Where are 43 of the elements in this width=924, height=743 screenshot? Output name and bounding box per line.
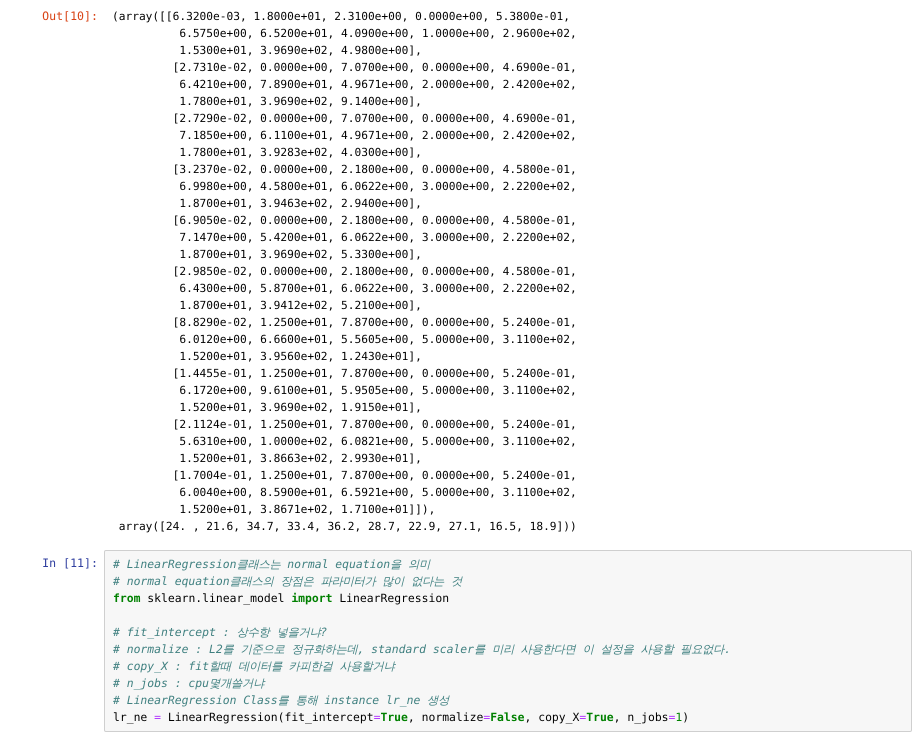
- output-line: 1.7800e+01, 3.9690e+02, 9.1400e+00],: [178, 94, 423, 110]
- output-line: [2.1124e-01, 1.2500e+01, 7.8700e+00, 0.0000e+00, 5.2400e-01,: [172, 417, 577, 433]
- output-line: [6.9050e-02, 0.0000e+00, 2.1800e+00, 0.0000e+00, 4.5800e-01,: [172, 213, 577, 229]
- input-prompt: In [11]:: [41, 555, 99, 572]
- code-line: # normal equation클래스의 장점은 파라미터가 많이 없다는 것: [113, 573, 464, 590]
- output-line: 5.6310e+00, 1.0000e+02, 6.0821e+00, 5.0000e+00, 3.1100e+02,: [178, 434, 577, 450]
- output-line: 1.7800e+01, 3.9283e+02, 4.0300e+00],: [178, 145, 423, 161]
- code-editor[interactable]: [104, 550, 912, 732]
- code-line: lr_ne = LinearRegression(fit_intercept=True, normalize=False, copy_X=True, n_jobs=1): [113, 709, 690, 726]
- code-line: # LinearRegression클래스는 normal equation을 의미: [113, 556, 432, 573]
- output-line: 7.1850e+00, 6.1100e+01, 4.9671e+00, 2.0000e+00, 2.4200e+02,: [178, 128, 577, 144]
- output-line: 6.0120e+00, 6.6600e+01, 5.5605e+00, 5.0000e+00, 3.1100e+02,: [178, 332, 577, 348]
- output-line: (array([[6.3200e-03, 1.8000e+01, 2.3100e+00, 0.0000e+00, 5.3800e-01,: [112, 9, 572, 25]
- output-line: 1.5300e+01, 3.9690e+02, 4.9800e+00],: [178, 43, 423, 59]
- output-line: 7.1470e+00, 5.4200e+01, 6.0622e+00, 3.0000e+00, 2.2200e+02,: [178, 230, 577, 246]
- output-line: [8.8290e-02, 1.2500e+01, 7.8700e+00, 0.0000e+00, 5.2400e-01,: [172, 315, 577, 331]
- code-line: # copy_X : fit할때 데이터를 카피한걸 사용할거냐: [113, 658, 397, 675]
- code-line: # n_jobs : cpu몇개쓸거냐: [113, 675, 266, 692]
- output-line: [1.4455e-01, 1.2500e+01, 7.8700e+00, 0.0000e+00, 5.2400e-01,: [172, 366, 577, 382]
- output-prompt: Out[10]:: [41, 8, 99, 25]
- code-line: # fit_intercept : 상수항 넣을거냐?: [113, 624, 328, 641]
- output-line: 1.8700e+01, 3.9690e+02, 5.3300e+00],: [178, 247, 423, 263]
- output-line: array([24. , 21.6, 34.7, 33.4, 36.2, 28.7, 22.9, 27.1, 16.5, 18.9])): [118, 519, 577, 535]
- output-line: 1.5200e+01, 3.9560e+02, 1.2430e+01],: [178, 349, 423, 365]
- output-line: [2.9850e-02, 0.0000e+00, 2.1800e+00, 0.0000e+00, 4.5800e-01,: [172, 264, 577, 280]
- output-line: 1.5200e+01, 3.8671e+02, 1.7100e+01]]),: [178, 502, 436, 518]
- output-line: 1.5200e+01, 3.8663e+02, 2.9930e+01],: [178, 451, 423, 467]
- output-line: 6.4210e+00, 7.8900e+01, 4.9671e+00, 2.0000e+00, 2.4200e+02,: [178, 77, 577, 93]
- code-line: # LinearRegression Class를 통해 instance lr_ne 생성: [113, 692, 451, 709]
- output-line: [1.7004e-01, 1.2500e+01, 7.8700e+00, 0.0000e+00, 5.2400e-01,: [172, 468, 577, 484]
- output-line: [2.7310e-02, 0.0000e+00, 7.0700e+00, 0.0000e+00, 4.6900e-01,: [172, 60, 577, 76]
- output-line: 6.1720e+00, 9.6100e+01, 5.9505e+00, 5.0000e+00, 3.1100e+02,: [178, 383, 577, 399]
- output-line: 1.8700e+01, 3.9463e+02, 2.9400e+00],: [178, 196, 423, 212]
- output-line: 6.0040e+00, 8.5900e+01, 6.5921e+00, 5.0000e+00, 3.1100e+02,: [178, 485, 577, 501]
- output-line: 6.9980e+00, 4.5800e+01, 6.0622e+00, 3.0000e+00, 2.2200e+02,: [178, 179, 577, 195]
- output-line: 1.8700e+01, 3.9412e+02, 5.2100e+00],: [178, 298, 423, 314]
- code-line: from sklearn.linear_model import LinearRegression: [113, 590, 450, 607]
- output-line: [3.2370e-02, 0.0000e+00, 2.1800e+00, 0.0000e+00, 4.5800e-01,: [172, 162, 577, 178]
- output-line: 6.5750e+00, 6.5200e+01, 4.0900e+00, 1.0000e+00, 2.9600e+02,: [178, 26, 577, 42]
- output-line: 1.5200e+01, 3.9690e+02, 1.9150e+01],: [178, 400, 423, 416]
- output-line: 6.4300e+00, 5.8700e+01, 6.0622e+00, 3.0000e+00, 2.2200e+02,: [178, 281, 577, 297]
- output-line: [2.7290e-02, 0.0000e+00, 7.0700e+00, 0.0000e+00, 4.6900e-01,: [172, 111, 577, 127]
- code-line: # normalize : L2를 기준으로 정규화하는데, standard scaler를 미리 사용한다면 이 설정을 사용할 필요없다.: [113, 641, 732, 658]
